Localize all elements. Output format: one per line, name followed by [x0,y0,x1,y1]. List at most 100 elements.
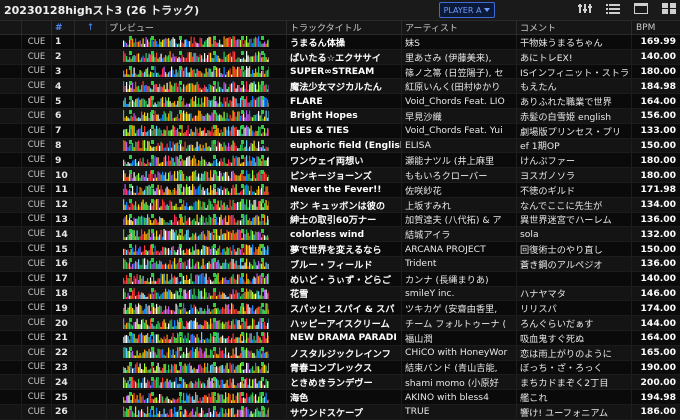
waveform-preview[interactable] [107,35,287,49]
column-artist[interactable]: アーティスト [402,21,517,34]
cue-button[interactable]: CUE [22,64,52,79]
waveform-preview[interactable] [107,212,287,227]
cue-button[interactable]: CUE [22,404,52,419]
cue-button[interactable]: CUE [22,345,52,360]
column-number[interactable]: # [52,21,75,34]
table-row[interactable]: CUE 26 サウンドスケープ TRUE 響け! ユーフォニアム 186.00 [0,404,680,420]
waveform-preview[interactable] [107,271,287,286]
table-row[interactable]: CUE 24 ときめきランデヴー shami momo (小原好 まちカドまぞく2丁目 2… [0,375,680,391]
column-bpm[interactable]: BPM [632,21,680,34]
waveform-preview[interactable] [107,79,287,94]
cue-button[interactable]: CUE [22,330,52,345]
table-row[interactable]: CUE 13 紳士の取引60万ナー 加賀達夫 (八代拓) & ア異世界迷宮でハーレム 1… [0,212,680,228]
table-row[interactable]: CUE 17 めいど・うぃず・どらご カンナ (長縄まりあ) 140.00 [0,271,680,287]
table-row[interactable]: CUE 9 ワンウェイ両想い 瀬能ナツル (井上麻里 けんぷファー 180.00 [0,153,680,169]
track-bpm: 150.00 [640,243,676,255]
waveform-preview[interactable] [107,242,287,256]
cue-button[interactable]: CUE [22,256,52,271]
cue-button[interactable]: CUE [22,390,52,404]
cue-button[interactable]: CUE [22,271,52,286]
table-row[interactable]: CUE 22 ノスタルジックレインフ CHiCO with HoneyWor 恋は雨上が… [0,345,680,361]
cue-button[interactable]: CUE [22,168,52,182]
table-row[interactable]: CUE 4 魔法少女マジカルたん 紅原いんく(田村ゆかり もえたん 184.98 [0,79,680,95]
track-number: 20 [52,316,75,330]
table-row[interactable]: CUE 1 うまるん体操 妹S 干物妹うまるちゃん 169.99 [0,35,680,50]
cue-button[interactable]: CUE [22,153,52,168]
table-row[interactable]: CUE 12 ボン キュッボンは彼の 上坂すみれ なんでここに先生が 134.00 [0,197,680,213]
waveform-preview[interactable] [107,375,287,390]
waveform-preview[interactable] [107,108,287,123]
waveform-preview[interactable] [107,404,287,419]
track-comment: 吸血鬼すぐ死ぬ [517,330,632,345]
table-row[interactable]: CUE 15 夢で世界を変えるなら ARCANA PROJECT 回復術士のやり直し 15… [0,242,680,257]
waveform-preview[interactable] [107,345,287,360]
table-row[interactable]: CUE 10 ピンキージョーンズ ももいろクローバー ヨスガノソラ 180.00 [0,168,680,183]
cue-button[interactable]: CUE [22,212,52,227]
grid-view-icon[interactable] [662,3,676,14]
table-row[interactable]: CUE 6 Bright Hopes 早見沙織 赤髪の白雪姫 english 156.00 [0,108,680,124]
cue-button[interactable]: CUE [22,123,52,138]
table-row[interactable]: CUE 25 海色 AKINO with bless4 艦これ 194.98 [0,390,680,405]
column-preview[interactable]: プレビュー [107,21,287,34]
column-title[interactable]: トラックタイトル [287,21,402,34]
waveform-preview[interactable] [107,390,287,404]
column-comment[interactable]: コメント [517,21,632,34]
waveform-preview[interactable] [107,256,287,271]
cue-button[interactable]: CUE [22,79,52,94]
cue-button[interactable]: CUE [22,286,52,301]
row-spacer [75,390,107,404]
sort-column[interactable]: ↑ [75,21,107,34]
cue-button[interactable]: CUE [22,360,52,375]
table-row[interactable]: CUE 8 euphoric field (English ELISA ef 1期OP 1… [0,138,680,154]
cue-button[interactable]: CUE [22,49,52,64]
waveform-preview[interactable] [107,123,287,138]
table-row[interactable]: CUE 11 Never the Fever!! 佐咲紗花 不徳のギルド 171.98 [0,182,680,198]
waveform-preview[interactable] [107,64,287,79]
column-number-label: # [55,22,63,33]
row-gutter [0,242,22,256]
cue-button[interactable]: CUE [22,301,52,316]
cue-button[interactable]: CUE [22,138,52,153]
waveform-preview[interactable] [107,153,287,168]
table-row[interactable]: CUE 18 花雪 smileY inc. ハナヤマタ 146.00 [0,286,680,302]
cue-button[interactable]: CUE [22,94,52,108]
waveform-preview[interactable] [107,316,287,330]
table-row[interactable]: CUE 20 ハッピーアイスクリーム チーム フォルトゥーナ (ろんぐらいだぁす 144… [0,316,680,331]
table-row[interactable]: CUE 7 LIES & TIES Void_Chords Feat. Yui 劇場版プ… [0,123,680,139]
cue-button[interactable]: CUE [22,227,52,242]
waveform-preview[interactable] [107,301,287,316]
player-select-button[interactable]: PLAYER A [439,2,495,18]
waveform-preview[interactable] [107,286,287,301]
table-row[interactable]: CUE 23 青春コンプレックス 結束バンド (青山吉能, ぼっち・ざ・ろっく 190.0… [0,360,680,376]
layout-icon[interactable] [634,3,648,14]
list-view-icon[interactable] [606,3,620,14]
waveform-graphic [123,258,269,270]
cue-button[interactable]: CUE [22,316,52,330]
cue-button[interactable]: CUE [22,35,52,49]
table-row[interactable]: CUE 14 colorless wind 結城アイラ sola 132.00 [0,227,680,243]
table-row[interactable]: CUE 19 スパッと! スパイ & スパ ツキカゲ (安齋由香里, リリスパ 174.0… [0,301,680,317]
waveform-preview[interactable] [107,138,287,153]
track-bpm: 165.00 [640,347,676,359]
table-row[interactable]: CUE 5 FLARE Void_Chords Feat. LIO ありふれた職業で世界… [0,94,680,109]
cue-button[interactable]: CUE [22,375,52,390]
waveform-preview[interactable] [107,49,287,64]
table-row[interactable]: CUE 2 ぱいたる☆エクササイ 里あさみ (伊藤美来), あにトレEX! 140.00 [0,49,680,65]
cue-button[interactable]: CUE [22,242,52,256]
waveform-preview[interactable] [107,182,287,197]
waveform-graphic [123,51,269,63]
waveform-preview[interactable] [107,360,287,375]
cue-button[interactable]: CUE [22,197,52,212]
waveform-preview[interactable] [107,168,287,182]
waveform-preview[interactable] [107,227,287,242]
settings-icon[interactable] [578,3,592,14]
track-bpm: 169.99 [640,36,676,48]
table-row[interactable]: CUE 16 ブルー・フィールド Trident 蒼き鋼のアルペジオ 136.00 [0,256,680,272]
cue-button[interactable]: CUE [22,182,52,197]
waveform-preview[interactable] [107,330,287,345]
table-row[interactable]: CUE 21 NEW DRAMA PARADI 福山潤 吸血鬼すぐ死ぬ 164.00 [0,330,680,346]
cue-button[interactable]: CUE [22,108,52,123]
waveform-preview[interactable] [107,94,287,108]
table-row[interactable]: CUE 3 SUPER∞STREAM 篠ノ之箒 (日笠陽子), セ ISインフィニット・… [0,64,680,80]
waveform-preview[interactable] [107,197,287,212]
